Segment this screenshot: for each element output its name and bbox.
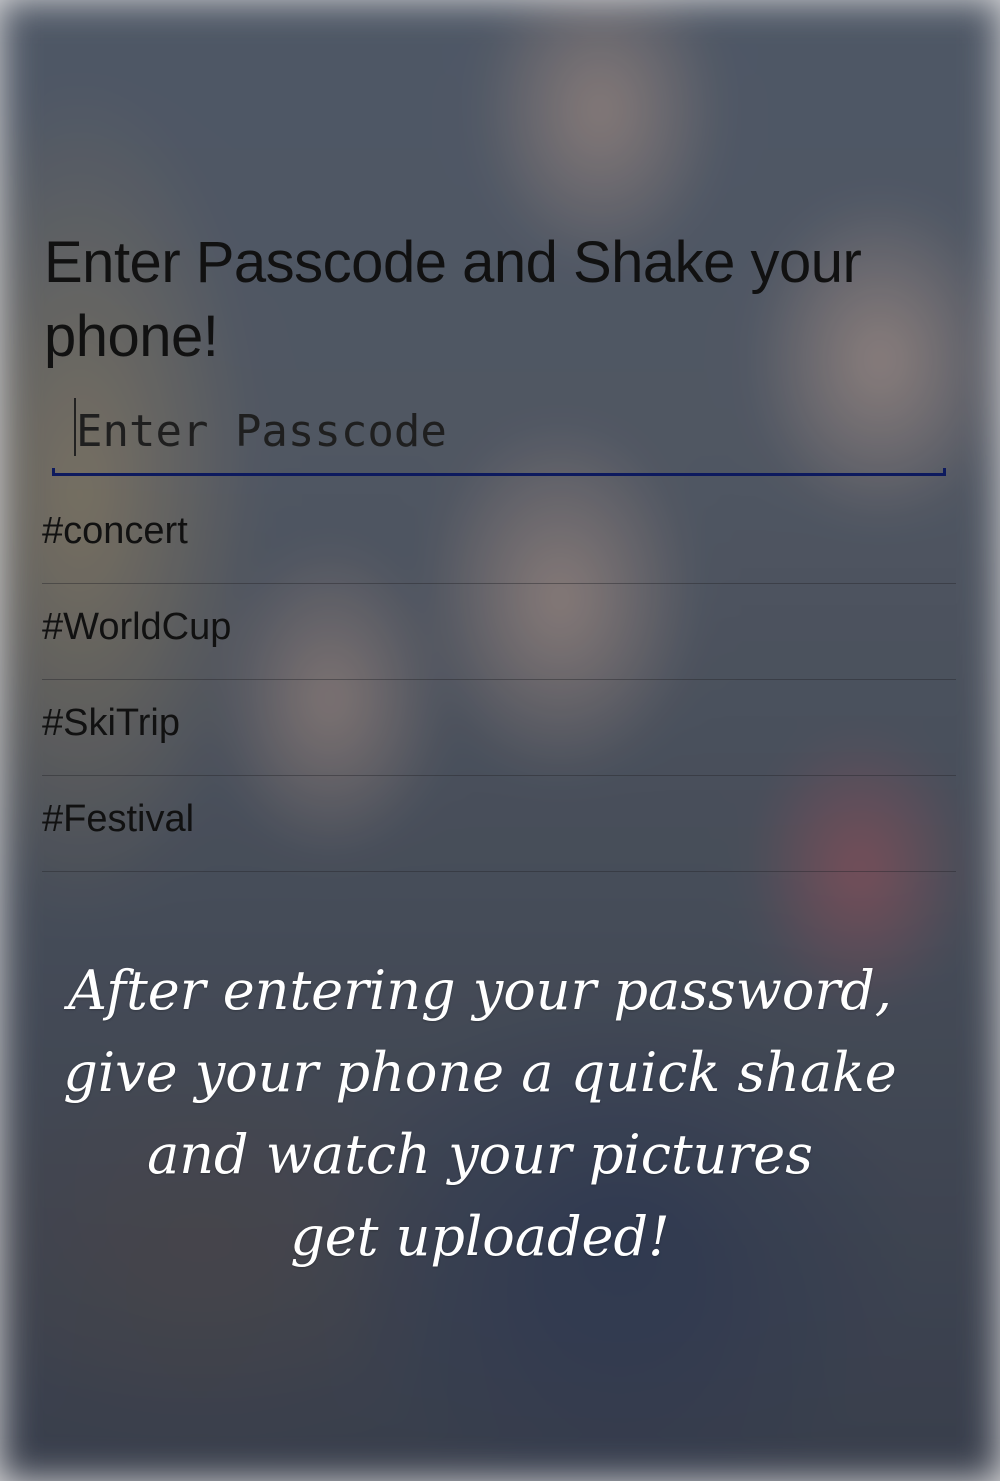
hashtag-label: #Festival bbox=[42, 798, 195, 840]
hashtag-item-skitrip[interactable]: #SkiTrip bbox=[42, 680, 956, 776]
passcode-input[interactable] bbox=[76, 394, 936, 468]
hashtag-list: #concert #WorldCup #SkiTrip #Festival bbox=[42, 488, 956, 872]
instructions-line: get uploaded! bbox=[290, 1205, 670, 1268]
passcode-field-container bbox=[52, 394, 946, 476]
passcode-screen: Enter Passcode and Shake your phone! #co… bbox=[0, 0, 1000, 1481]
hashtag-label: #SkiTrip bbox=[42, 702, 180, 744]
instructions-text: After entering your password, give your … bbox=[0, 950, 960, 1278]
hashtag-label: #concert bbox=[42, 510, 188, 552]
hashtag-item-concert[interactable]: #concert bbox=[42, 488, 956, 584]
instructions-line: and watch your pictures bbox=[147, 1123, 813, 1186]
hashtag-label: #WorldCup bbox=[42, 606, 232, 648]
hashtag-item-festival[interactable]: #Festival bbox=[42, 776, 956, 872]
hashtag-item-worldcup[interactable]: #WorldCup bbox=[42, 584, 956, 680]
page-title: Enter Passcode and Shake your phone! bbox=[44, 230, 862, 369]
instructions-line: give your phone a quick shake bbox=[63, 1041, 897, 1104]
instructions-line: After entering your password, bbox=[68, 959, 892, 1022]
passcode-field-underline bbox=[52, 468, 946, 476]
